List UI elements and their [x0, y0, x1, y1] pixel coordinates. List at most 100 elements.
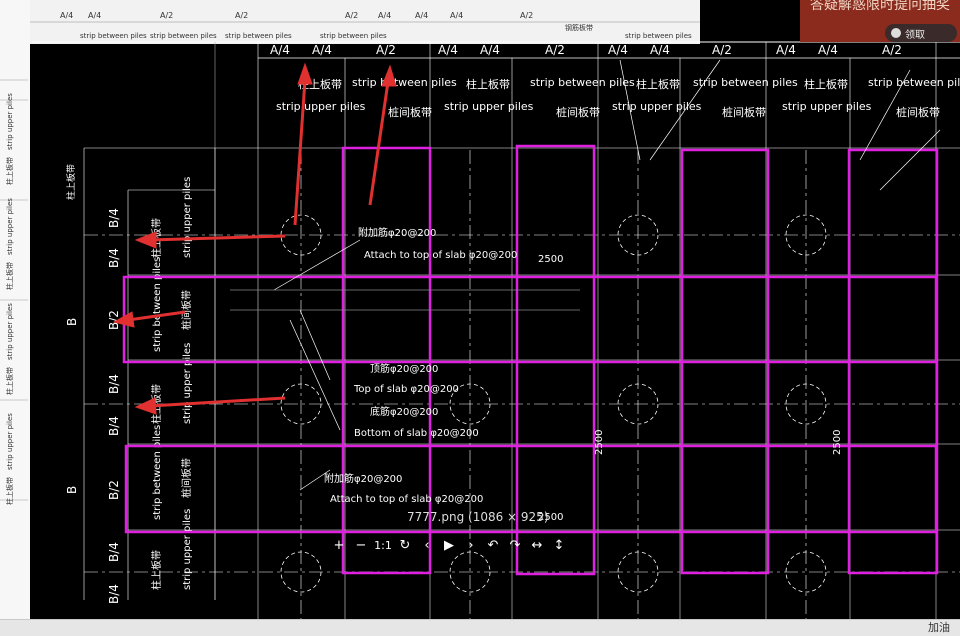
hdr-cn-5: 柱上板带 — [636, 77, 680, 91]
col-header-7: A/4 — [608, 43, 628, 57]
next-button[interactable]: › — [460, 538, 482, 553]
ruler-small-5: 钢筋板带 — [565, 23, 593, 32]
hdr-en-6: strip between piles — [693, 76, 798, 89]
viewer-toolbar: + − 1:1 ↻ ‹ ▶ › ↶ ↷ ↔ ↕ — [328, 534, 628, 556]
hdr-cn-6: 桩间板带 — [722, 105, 766, 119]
ruler-label-9: A/2 — [520, 11, 533, 20]
dim-1: 2500 — [538, 254, 563, 265]
image-caption: 7777.png (1086 × 925) — [407, 510, 549, 524]
hdr-cn-7: 柱上板带 — [804, 77, 848, 91]
rotate-left-button[interactable]: ↶ — [482, 538, 504, 553]
col-header-6: A/2 — [545, 43, 565, 57]
rs-en-5: strip upper piles — [182, 509, 193, 590]
ruler-label-4: A/2 — [235, 11, 248, 20]
row-label-6: B/2 — [107, 480, 121, 500]
rs-en-4: strip between piles — [152, 425, 163, 520]
annot-2-cn: 顶筋φ20@200 — [370, 362, 438, 375]
hdr-en-4: strip between piles — [530, 76, 635, 89]
left-label-8: 柱上板带 — [5, 477, 14, 505]
status-bar: 加油 — [0, 619, 960, 636]
annot-1-en: Attach to top of slab φ20@200 — [364, 250, 517, 261]
ruler-label-6: A/4 — [378, 11, 391, 20]
left-strip-labels: strip upper piles 柱上板带 strip upper piles… — [0, 79, 28, 505]
hdr-en-5: strip upper piles — [612, 100, 702, 113]
ruler-small-2: strip between piles — [150, 32, 217, 40]
ruler-small-4: strip between piles — [320, 32, 387, 40]
image-viewer: strip upper piles 柱上板带 strip upper piles… — [0, 0, 960, 636]
left-label-6: 柱上板带 — [5, 367, 14, 395]
left-label-2: 柱上板带 — [5, 157, 14, 185]
annot-4-en: Attach to top of slab φ20@200 — [330, 494, 483, 505]
flip-vertical-button[interactable]: ↕ — [548, 538, 570, 553]
col-header-1: A/4 — [270, 43, 290, 57]
hdr-en-3: strip upper piles — [444, 100, 534, 113]
actual-size-button[interactable]: 1:1 — [372, 539, 394, 552]
hdr-cn-8: 桩间板带 — [896, 105, 940, 119]
rotate-right-button[interactable]: ↷ — [504, 538, 526, 553]
top-ruler: A/4 A/4 A/2 A/2 A/2 A/4 A/4 A/4 A/2 stri… — [30, 11, 700, 40]
hdr-en-2: strip between piles — [352, 76, 457, 89]
col-header-12: A/2 — [882, 43, 902, 57]
annot-3-cn: 底筋φ20@200 — [370, 405, 438, 418]
ad-button-label: 领取 — [905, 29, 925, 41]
ruler-label-3: A/2 — [160, 11, 173, 20]
ad-text: 答疑解惑限时提问抽奖 — [810, 0, 950, 13]
header-strip-labels: 柱上板带 strip upper piles strip between pil… — [276, 76, 960, 119]
row-side-label: 柱上板带 — [65, 164, 77, 200]
ruler-label-8: A/4 — [450, 11, 463, 20]
ruler-small-3: strip between piles — [225, 32, 292, 40]
ruler-label-5: A/2 — [345, 11, 358, 20]
rs-en-3: strip upper piles — [182, 343, 193, 424]
zoom-out-button[interactable]: − — [350, 538, 372, 553]
dim-4: 2500 — [832, 430, 843, 455]
rs-cn-4: 桩间板带 — [180, 458, 193, 498]
ruler-small-6: strip between piles — [625, 32, 692, 40]
annot-1-cn: 附加筋φ20@200 — [358, 226, 436, 239]
left-label-7: strip upper piles — [6, 413, 14, 470]
hdr-en-8: strip between piles — [868, 76, 960, 89]
rs-cn-5: 柱上板带 — [150, 550, 163, 590]
column-headers: A/4 A/4 A/2 A/4 A/4 A/2 A/4 A/4 A/2 A/4 … — [270, 43, 902, 57]
flip-horizontal-button[interactable]: ↔ — [526, 538, 548, 553]
col-header-8: A/4 — [650, 43, 670, 57]
toggle-dot-icon — [891, 28, 901, 38]
row-label-7: B/4 — [107, 542, 121, 562]
reset-button[interactable]: ↻ — [394, 538, 416, 553]
rs-en-2: strip between piles — [152, 257, 163, 352]
col-header-2: A/4 — [312, 43, 332, 57]
rs-en-1: strip upper piles — [182, 177, 193, 258]
prev-button[interactable]: ‹ — [416, 538, 438, 553]
ruler-label-2: A/4 — [88, 11, 101, 20]
row-big-label-1: B — [65, 318, 79, 326]
col-header-3: A/2 — [376, 43, 396, 57]
row-label-5: B/4 — [107, 416, 121, 436]
row-label-1: B/4 — [107, 208, 121, 228]
ruler-label-1: A/4 — [60, 11, 73, 20]
left-label-5: strip upper piles — [6, 303, 14, 360]
hdr-cn-3: 柱上板带 — [466, 77, 510, 91]
col-header-10: A/4 — [776, 43, 796, 57]
col-header-9: A/2 — [712, 43, 732, 57]
row-label-2: B/4 — [107, 248, 121, 268]
row-label-4: B/4 — [107, 374, 121, 394]
col-header-5: A/4 — [480, 43, 500, 57]
col-header-4: A/4 — [438, 43, 458, 57]
annotations: 附加筋φ20@200 Attach to top of slab φ20@200… — [324, 226, 843, 523]
hdr-cn-4: 桩间板带 — [556, 105, 600, 119]
row-big-label-2: B — [65, 486, 79, 494]
ad-claim-button[interactable]: 领取 — [885, 24, 957, 42]
play-button[interactable]: ▶ — [438, 538, 460, 553]
hdr-en-1: strip upper piles — [276, 100, 366, 113]
left-label-3: strip upper piles — [6, 198, 14, 255]
status-text[interactable]: 加油 — [928, 619, 950, 635]
zoom-in-button[interactable]: + — [328, 538, 350, 553]
ruler-label-7: A/4 — [415, 11, 428, 20]
hdr-cn-2: 桩间板带 — [388, 105, 432, 119]
annot-4-cn: 附加筋φ20@200 — [324, 472, 402, 485]
col-header-11: A/4 — [818, 43, 838, 57]
row-label-8: B/4 — [107, 584, 121, 604]
left-label-4: 柱上板带 — [5, 262, 14, 290]
left-label-1: strip upper piles — [6, 93, 14, 150]
annot-2-en: Top of slab φ20@200 — [353, 384, 459, 395]
row-labels: B/4 B/4 B/2 B/4 B/4 B/2 B/4 B/4 B B 柱上板带 — [65, 164, 121, 604]
